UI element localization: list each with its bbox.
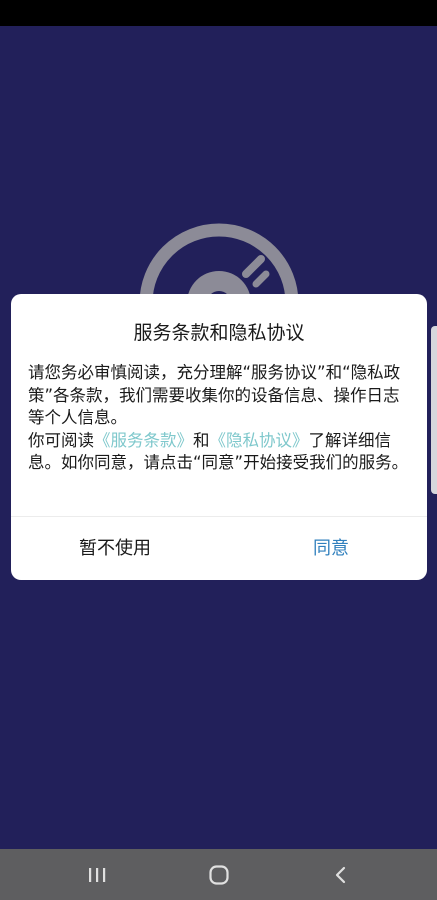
status-bar (0, 0, 437, 26)
dialog-body-intro: 请您务必审慎阅读，充分理解“服务协议”和“隐私政策”各条款，我们需要收集你的设备… (28, 363, 401, 428)
decline-button[interactable]: 暂不使用 (11, 517, 219, 580)
privacy-link[interactable]: 《隐私协议》 (210, 431, 309, 450)
privacy-dialog: 服务条款和隐私协议 请您务必审慎阅读，充分理解“服务协议”和“隐私政策”各条款，… (11, 294, 427, 580)
home-button[interactable] (189, 849, 249, 900)
terms-link[interactable]: 《服务条款》 (94, 431, 193, 450)
back-icon (335, 866, 346, 883)
navigation-bar (0, 849, 437, 900)
dialog-body-prefix: 你可阅读 (28, 430, 94, 450)
back-button[interactable] (311, 849, 371, 900)
agree-button[interactable]: 同意 (219, 517, 427, 580)
recents-icon (89, 867, 106, 882)
dialog-body-and: 和 (193, 430, 210, 450)
dialog-title: 服务条款和隐私协议 (133, 322, 305, 344)
dialog-body: 请您务必审慎阅读，充分理解“服务协议”和“隐私政策”各条款，我们需要收集你的设备… (28, 362, 412, 475)
home-icon (209, 864, 229, 885)
edge-panel-handle[interactable] (431, 326, 437, 494)
recents-button[interactable] (67, 849, 127, 900)
